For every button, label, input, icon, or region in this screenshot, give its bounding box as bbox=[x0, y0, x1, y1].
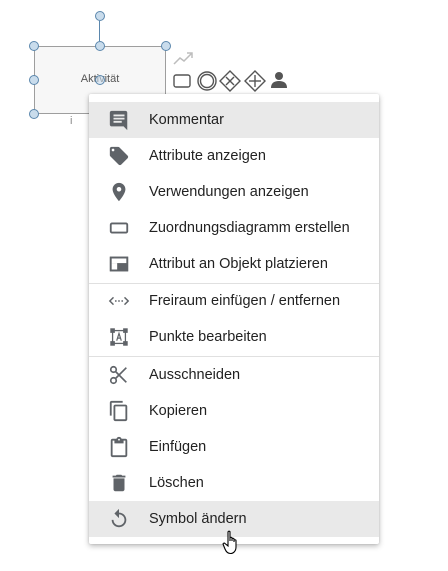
menu-item-label: Attribute anzeigen bbox=[149, 148, 266, 164]
context-menu: Kommentar Attribute anzeigen Verwendunge… bbox=[89, 94, 379, 544]
edit-points-icon bbox=[89, 319, 149, 355]
clipboard-icon bbox=[89, 429, 149, 465]
copy-icon bbox=[89, 393, 149, 429]
info-marker: i bbox=[70, 115, 73, 127]
menu-item-label: Zuordnungsdiagramm erstellen bbox=[149, 220, 350, 236]
connector-icon bbox=[173, 52, 193, 65]
menu-item-attribute-anzeigen[interactable]: Attribute anzeigen bbox=[89, 138, 379, 174]
menu-item-label: Attribut an Objekt platzieren bbox=[149, 256, 328, 272]
menu-item-label: Verwendungen anzeigen bbox=[149, 184, 309, 200]
event-icon bbox=[197, 71, 217, 91]
space-arrows-icon bbox=[89, 283, 149, 319]
trash-icon bbox=[89, 465, 149, 501]
scissors-icon bbox=[89, 357, 149, 393]
menu-item-label: Freiraum einfügen / entfernen bbox=[149, 293, 341, 309]
menu-item-punkte-bearbeiten[interactable]: Punkte bearbeiten bbox=[89, 319, 379, 355]
menu-item-kopieren[interactable]: Kopieren bbox=[89, 393, 379, 429]
replace-symbol-icon bbox=[89, 501, 149, 537]
exclusive-gateway-icon bbox=[219, 70, 241, 92]
resize-handle-left[interactable] bbox=[29, 75, 39, 85]
menu-item-label: Einfügen bbox=[149, 439, 207, 455]
picture-in-picture-icon bbox=[89, 246, 149, 282]
tag-icon bbox=[89, 138, 149, 174]
quick-append-toolbar[interactable] bbox=[172, 50, 292, 94]
menu-item-label: Punkte bearbeiten bbox=[149, 329, 267, 345]
comment-icon bbox=[89, 102, 149, 138]
location-pin-icon bbox=[89, 174, 149, 210]
menu-item-freiraum[interactable]: Freiraum einfügen / entfernen bbox=[89, 283, 379, 319]
menu-item-verwendungen-anzeigen[interactable]: Verwendungen anzeigen bbox=[89, 174, 379, 210]
rectangle-icon bbox=[89, 210, 149, 246]
resize-handle-bottom-left[interactable] bbox=[29, 109, 39, 119]
hand-cursor-icon bbox=[222, 530, 237, 555]
menu-item-zuordnungsdiagramm-erstellen[interactable]: Zuordnungsdiagramm erstellen bbox=[89, 210, 379, 246]
person-icon bbox=[271, 72, 287, 88]
menu-item-label: Löschen bbox=[149, 475, 204, 491]
menu-item-label: Symbol ändern bbox=[149, 511, 247, 527]
rotation-connector bbox=[99, 21, 100, 41]
menu-item-attribut-an-objekt-platzieren[interactable]: Attribut an Objekt platzieren bbox=[89, 246, 379, 282]
menu-item-loeschen[interactable]: Löschen bbox=[89, 465, 379, 501]
menu-item-label: Ausschneiden bbox=[149, 367, 241, 383]
menu-item-label: Kopieren bbox=[149, 403, 208, 419]
resize-handle-top-right[interactable] bbox=[161, 41, 171, 51]
resize-handle-center[interactable] bbox=[95, 75, 105, 85]
resize-handle-top[interactable] bbox=[95, 41, 105, 51]
menu-item-einfuegen[interactable]: Einfügen bbox=[89, 429, 379, 465]
parallel-gateway-icon bbox=[244, 70, 266, 92]
task-icon bbox=[173, 74, 191, 88]
menu-item-label: Kommentar bbox=[149, 112, 224, 128]
resize-handle-top-left[interactable] bbox=[29, 41, 39, 51]
menu-item-ausschneiden[interactable]: Ausschneiden bbox=[89, 357, 379, 393]
menu-item-kommentar[interactable]: Kommentar bbox=[89, 102, 379, 138]
rotation-handle[interactable] bbox=[95, 11, 105, 21]
